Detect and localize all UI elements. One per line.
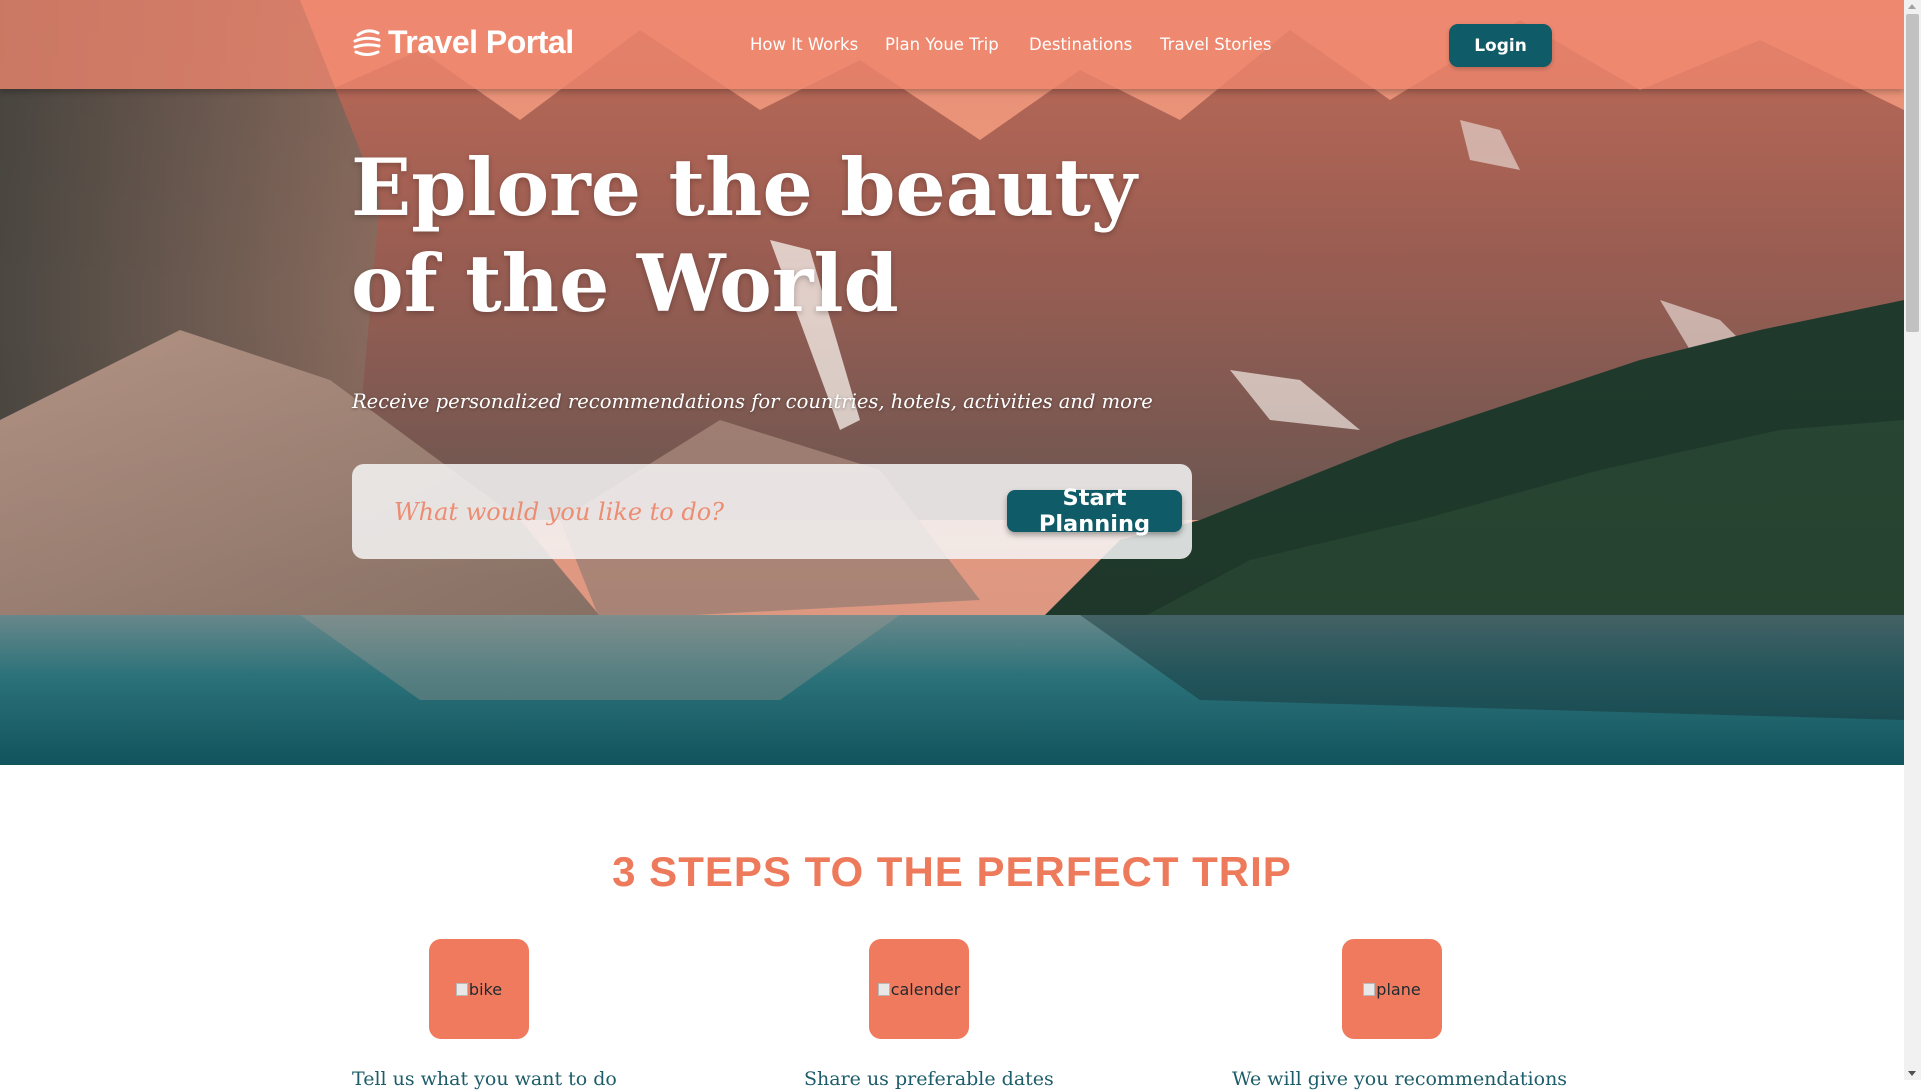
hero-subtitle: Receive personalized recommendations for… [352,390,1153,413]
scroll-up-arrow-icon[interactable] [1908,4,1916,9]
scroll-down-arrow-icon[interactable] [1908,1071,1916,1076]
top-navbar: Travel Portal How It Works Plan Youe Tri… [0,0,1904,89]
plane-icon: plane [1363,979,1421,999]
nav-link-travel-stories[interactable]: Travel Stories [1160,35,1271,54]
step-text-2: Share us preferable dates [804,1068,1054,1090]
trip-search-box: Start Planning [352,464,1192,559]
nav-link-plan-trip[interactable]: Plan Youe Trip [885,35,999,54]
hero-title: Eplore the beauty of the World [351,141,1137,330]
steps-section-title: 3 STEPS TO THE PERFECT TRIP [612,848,1292,895]
broken-image-icon [877,982,890,996]
plane-icon-alt-text: plane [1376,979,1421,999]
step-icon-tile-1: bike [429,939,529,1039]
start-planning-button[interactable]: Start Planning [1007,485,1182,537]
scrollbar-thumb[interactable] [1906,14,1919,332]
hero-overlay [0,0,1904,765]
calendar-icon: calender [877,979,961,999]
brand-logo[interactable]: Travel Portal [352,24,574,61]
step-text-1: Tell us what you want to do [352,1068,617,1090]
broken-image-icon [1363,982,1376,996]
brand-name: Travel Portal [388,24,574,60]
calendar-icon-alt-text: calender [890,979,961,999]
broken-image-icon [455,982,468,996]
page-scrollbar[interactable] [1904,0,1921,1080]
hero-section [0,0,1904,765]
bike-icon: bike [455,979,503,999]
nav-link-destinations[interactable]: Destinations [1029,35,1132,54]
step-text-3: We will give you recommendations [1232,1068,1568,1090]
login-button[interactable]: Login [1449,24,1552,67]
trip-search-input[interactable] [392,490,976,534]
nav-link-how-it-works[interactable]: How It Works [750,35,858,54]
step-icon-tile-3: plane [1342,939,1442,1039]
bike-icon-alt-text: bike [468,979,503,999]
step-icon-tile-2: calender [869,939,969,1039]
hamburger-stack-icon [353,28,381,56]
